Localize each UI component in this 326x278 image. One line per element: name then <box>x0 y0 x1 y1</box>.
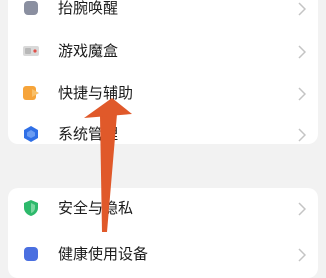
chevron-right-icon <box>298 86 307 101</box>
settings-item-system-manage[interactable]: 系统管理 <box>8 116 318 152</box>
settings-item-label: 游戏魔盒 <box>58 42 119 60</box>
settings-item-label: 健康使用设备 <box>58 245 149 263</box>
settings-item-wrist-wake[interactable]: 抬腕唤醒 <box>8 0 318 26</box>
chevron-right-icon <box>298 247 307 262</box>
gesture-icon <box>22 0 40 17</box>
settings-item-label: 快捷与辅助 <box>58 84 134 102</box>
chevron-right-icon <box>298 127 307 142</box>
shortcut-icon <box>22 84 40 102</box>
game-box-icon <box>22 42 40 60</box>
system-manage-icon <box>22 125 40 143</box>
chevron-right-icon <box>298 44 307 59</box>
settings-item-label: 系统管理 <box>58 125 119 143</box>
settings-item-security-privacy[interactable]: 安全与隐私 <box>8 190 318 226</box>
settings-item-shortcuts[interactable]: 快捷与辅助 <box>8 75 318 111</box>
settings-group-top: 抬腕唤醒 游戏魔盒 快捷与辅助 系统管理 <box>8 0 318 144</box>
settings-item-label: 抬腕唤醒 <box>58 0 119 17</box>
health-usage-icon <box>22 245 40 263</box>
settings-item-health-usage[interactable]: 健康使用设备 <box>8 236 318 272</box>
settings-item-label: 安全与隐私 <box>58 199 134 217</box>
settings-group-bottom: 安全与隐私 健康使用设备 <box>8 188 318 278</box>
security-shield-icon <box>22 199 40 217</box>
chevron-right-icon <box>298 201 307 216</box>
chevron-right-icon <box>298 1 307 16</box>
settings-screen: 抬腕唤醒 游戏魔盒 快捷与辅助 系统管理 安全与隐私 健康使用设备 <box>0 0 326 278</box>
settings-item-game-box[interactable]: 游戏魔盒 <box>8 33 318 69</box>
